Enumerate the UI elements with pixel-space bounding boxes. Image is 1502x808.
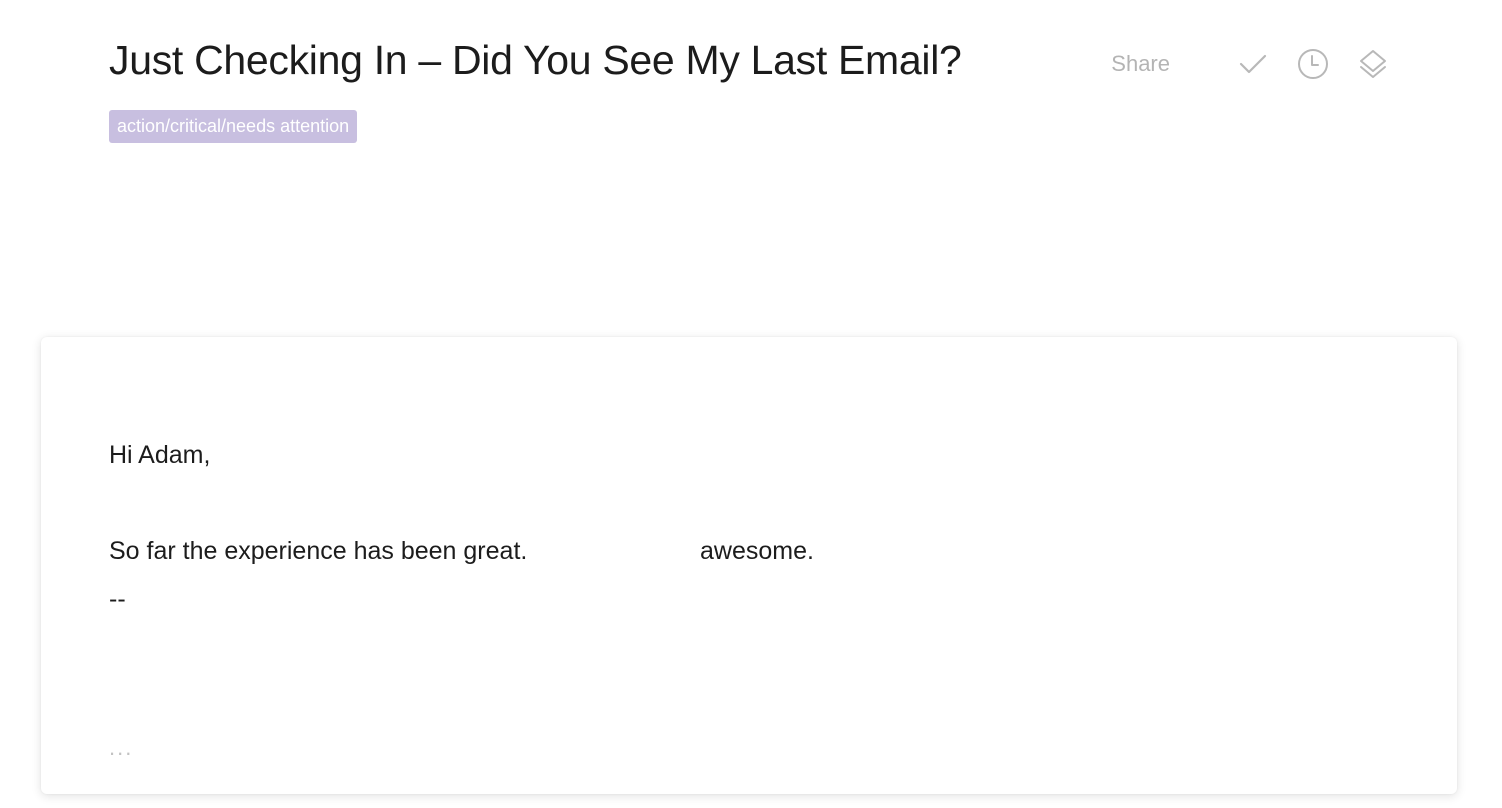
message-greeting: Hi Adam, [109,441,211,469]
check-icon[interactable] [1236,47,1270,81]
email-view: Just Checking In – Did You See My Last E… [0,0,1502,808]
message-line-continued: awesome. [700,537,814,565]
signature-separator: -- [109,585,126,613]
share-button[interactable]: Share [1111,42,1170,86]
clock-icon[interactable] [1296,47,1330,81]
email-subject: Just Checking In – Did You See My Last E… [109,37,962,83]
message-card: Hi Adam, So far the experience has been … [41,337,1457,794]
layers-icon[interactable] [1356,47,1390,81]
email-toolbar: Share [1111,42,1390,86]
message-line: So far the experience has been great. [109,537,528,565]
label-chip[interactable]: action/critical/needs attention [109,110,358,143]
show-trimmed-content-button[interactable]: ... [109,733,133,763]
